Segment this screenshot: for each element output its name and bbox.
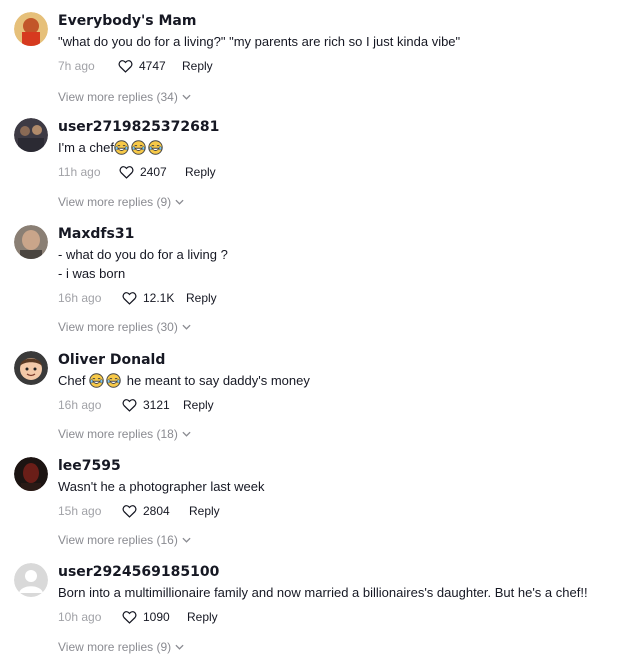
comment-username[interactable]: Maxdfs31 <box>58 225 623 243</box>
comment-time: 15h ago <box>58 504 102 518</box>
chevron-down-icon <box>175 199 184 205</box>
heart-icon <box>122 292 137 305</box>
like-count: 12.1K <box>143 291 175 305</box>
comment-time: 10h ago <box>58 610 102 624</box>
view-more-replies[interactable]: View more replies (18) <box>58 426 191 442</box>
chevron-down-icon <box>182 537 191 543</box>
comment-meta: 16h ago 3121 Reply <box>58 395 623 415</box>
tears-of-joy-icon <box>148 140 163 155</box>
tears-of-joy-icon <box>89 373 104 388</box>
chevron-down-icon <box>182 431 191 437</box>
like-count: 2804 <box>143 504 170 518</box>
chevron-down-icon <box>182 94 191 100</box>
comment-text: Wasn't he a photographer last week <box>58 479 265 494</box>
heart-icon <box>118 60 133 73</box>
like-count: 2407 <box>140 165 167 179</box>
comment-text: I'm a chef <box>58 138 623 157</box>
view-more-replies[interactable]: View more replies (16) <box>58 532 191 548</box>
reply-button[interactable]: Reply <box>187 607 218 627</box>
comment-time: 16h ago <box>58 398 102 412</box>
avatar[interactable] <box>14 118 48 152</box>
comment-username[interactable]: user2719825372681 <box>58 118 623 136</box>
comment-username[interactable]: lee7595 <box>58 457 623 475</box>
avatar[interactable] <box>14 351 48 385</box>
tears-of-joy-icon <box>131 140 146 155</box>
heart-icon <box>119 166 134 179</box>
view-more-replies[interactable]: View more replies (9) <box>58 639 184 655</box>
reply-button[interactable]: Reply <box>185 162 216 182</box>
chevron-down-icon <box>182 324 191 330</box>
comment-text: - i was born <box>58 266 126 281</box>
avatar[interactable] <box>14 457 48 491</box>
comment-username[interactable]: Oliver Donald <box>58 351 623 369</box>
chevron-down-icon <box>175 644 184 650</box>
comment-text: - what do you do for a living ? <box>58 247 228 262</box>
comment-text: Born into a multimillionaire family and … <box>58 585 588 600</box>
like-count: 4747 <box>139 59 166 73</box>
avatar[interactable] <box>14 12 48 46</box>
view-more-replies[interactable]: View more replies (9) <box>58 194 184 210</box>
comment-time: 7h ago <box>58 59 95 73</box>
comment-meta: 15h ago 2804 Reply <box>58 501 623 521</box>
reply-button[interactable]: Reply <box>189 501 220 521</box>
comment-username[interactable]: user2924569185100 <box>58 563 623 581</box>
reply-button[interactable]: Reply <box>182 56 213 76</box>
view-more-replies[interactable]: View more replies (30) <box>58 319 191 335</box>
comment-time: 16h ago <box>58 291 102 305</box>
comment-meta: 16h ago 12.1K Reply <box>58 288 623 308</box>
heart-icon <box>122 399 137 412</box>
comment-meta: 11h ago 2407 Reply <box>58 162 623 182</box>
comment-time: 11h ago <box>58 165 101 179</box>
tears-of-joy-icon <box>106 373 121 388</box>
like-count: 3121 <box>143 398 170 412</box>
avatar[interactable] <box>14 225 48 259</box>
reply-button[interactable]: Reply <box>183 395 214 415</box>
comment-text: "what do you do for a living?" "my paren… <box>58 34 461 49</box>
like-count: 1090 <box>143 610 170 624</box>
comment-meta: 10h ago 1090 Reply <box>58 607 623 627</box>
heart-icon <box>122 505 137 518</box>
comment-username[interactable]: Everybody's Mam <box>58 12 623 30</box>
reply-button[interactable]: Reply <box>186 288 217 308</box>
avatar[interactable] <box>14 563 48 597</box>
comment-meta: 7h ago 4747 Reply <box>58 56 623 76</box>
comment-text: Chef he meant to say daddy's money <box>58 373 310 388</box>
heart-icon <box>122 611 137 624</box>
tears-of-joy-icon <box>114 140 129 155</box>
view-more-replies[interactable]: View more replies (34) <box>58 89 191 105</box>
